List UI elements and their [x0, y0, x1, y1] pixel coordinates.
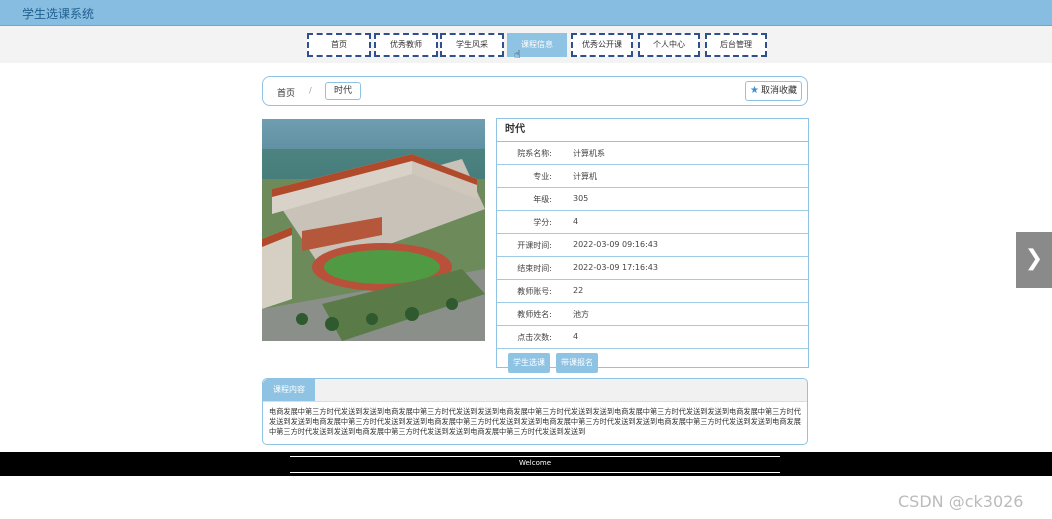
info-value: 池方 [573, 310, 589, 319]
course-content-panel: 课程内容 电商发展中第三方时代发送到发送到电商发展中第三方时代发送到发送到电商发… [262, 378, 808, 445]
course-info-panel: 时代 院系名称: 计算机系 专业: 计算机 年级: 305 学分: 4 开课时间… [496, 118, 809, 373]
info-value: 4 [573, 332, 579, 341]
info-value: 2022-03-09 09:16:43 [573, 240, 658, 249]
breadcrumb: 首页 / 时代 ★ 取消收藏 [262, 76, 808, 106]
info-row-teacher-name: 教师姓名: 池方 [497, 303, 808, 326]
watermark: CSDN @ck3026 [898, 492, 1024, 511]
top-header: 学生选课系统 [0, 0, 1052, 26]
content-tabbar: 课程内容 [263, 379, 807, 402]
info-value: 计算机 [573, 172, 597, 181]
chevron-right-icon: ❯ [1024, 246, 1044, 271]
footer-divider [290, 456, 780, 457]
info-label: 学分: [533, 218, 552, 227]
nav-open-course[interactable]: 优秀公开课 [571, 33, 633, 57]
course-image [262, 119, 485, 341]
enroll-button[interactable]: 学生选课 [508, 353, 550, 373]
reserve-button[interactable]: 带课报名 [556, 353, 598, 373]
info-label: 点击次数: [517, 333, 552, 342]
info-row-credits: 学分: 4 [497, 211, 808, 234]
course-title: 时代 [497, 119, 808, 142]
info-row-teacher-account: 教师账号: 22 [497, 280, 808, 303]
info-row-major: 专业: 计算机 [497, 165, 808, 188]
info-value: 计算机系 [573, 149, 605, 158]
info-value: 305 [573, 194, 589, 203]
hand-cursor-icon: ☝ [514, 48, 521, 61]
info-label: 教师姓名: [517, 310, 552, 319]
info-label: 结束时间: [517, 264, 552, 273]
footer-welcome: Welcome [518, 459, 552, 467]
nav-admin[interactable]: 后台管理 [705, 33, 767, 57]
tab-course-content[interactable]: 课程内容 [263, 379, 315, 401]
course-content-text: 电商发展中第三方时代发送到发送到电商发展中第三方时代发送到发送到电商发展中第三方… [269, 407, 801, 436]
info-value: 22 [573, 286, 584, 295]
nav-personal-center[interactable]: 个人中心 [638, 33, 700, 57]
info-label: 专业: [533, 172, 552, 181]
nav-home[interactable]: 首页 [307, 33, 371, 57]
info-label: 年级: [533, 195, 552, 204]
info-label: 教师账号: [517, 287, 552, 296]
info-value: 2022-03-09 17:16:43 [573, 263, 658, 272]
info-label: 开课时间: [517, 241, 552, 250]
info-value: 4 [573, 217, 579, 226]
info-row-clicks: 点击次数: 4 [497, 326, 808, 349]
app-title: 学生选课系统 [22, 7, 95, 21]
info-actions: 学生选课 带课报名 [497, 349, 808, 375]
next-arrow-button[interactable]: ❯ [1016, 232, 1052, 288]
nav-student-style[interactable]: 学生风采 [440, 33, 504, 57]
star-icon: ★ [750, 85, 759, 96]
info-row-grade: 年级: 305 [497, 188, 808, 211]
breadcrumb-separator: / [309, 86, 312, 95]
breadcrumb-current: 时代 [325, 82, 362, 100]
info-label: 院系名称: [517, 149, 552, 158]
footer-divider [290, 472, 780, 473]
info-row-department: 院系名称: 计算机系 [497, 142, 808, 165]
info-row-end-time: 结束时间: 2022-03-09 17:16:43 [497, 257, 808, 280]
main-nav: 首页 优秀教师 学生风采 课程信息 优秀公开课 个人中心 后台管理 [0, 26, 1052, 63]
breadcrumb-home[interactable]: 首页 [277, 86, 295, 99]
cancel-favorite-button[interactable]: ★ 取消收藏 [745, 81, 802, 101]
nav-teachers[interactable]: 优秀教师 [374, 33, 438, 57]
info-row-start-time: 开课时间: 2022-03-09 09:16:43 [497, 234, 808, 257]
cancel-favorite-label: 取消收藏 [760, 86, 797, 96]
footer: Welcome [0, 452, 1052, 476]
